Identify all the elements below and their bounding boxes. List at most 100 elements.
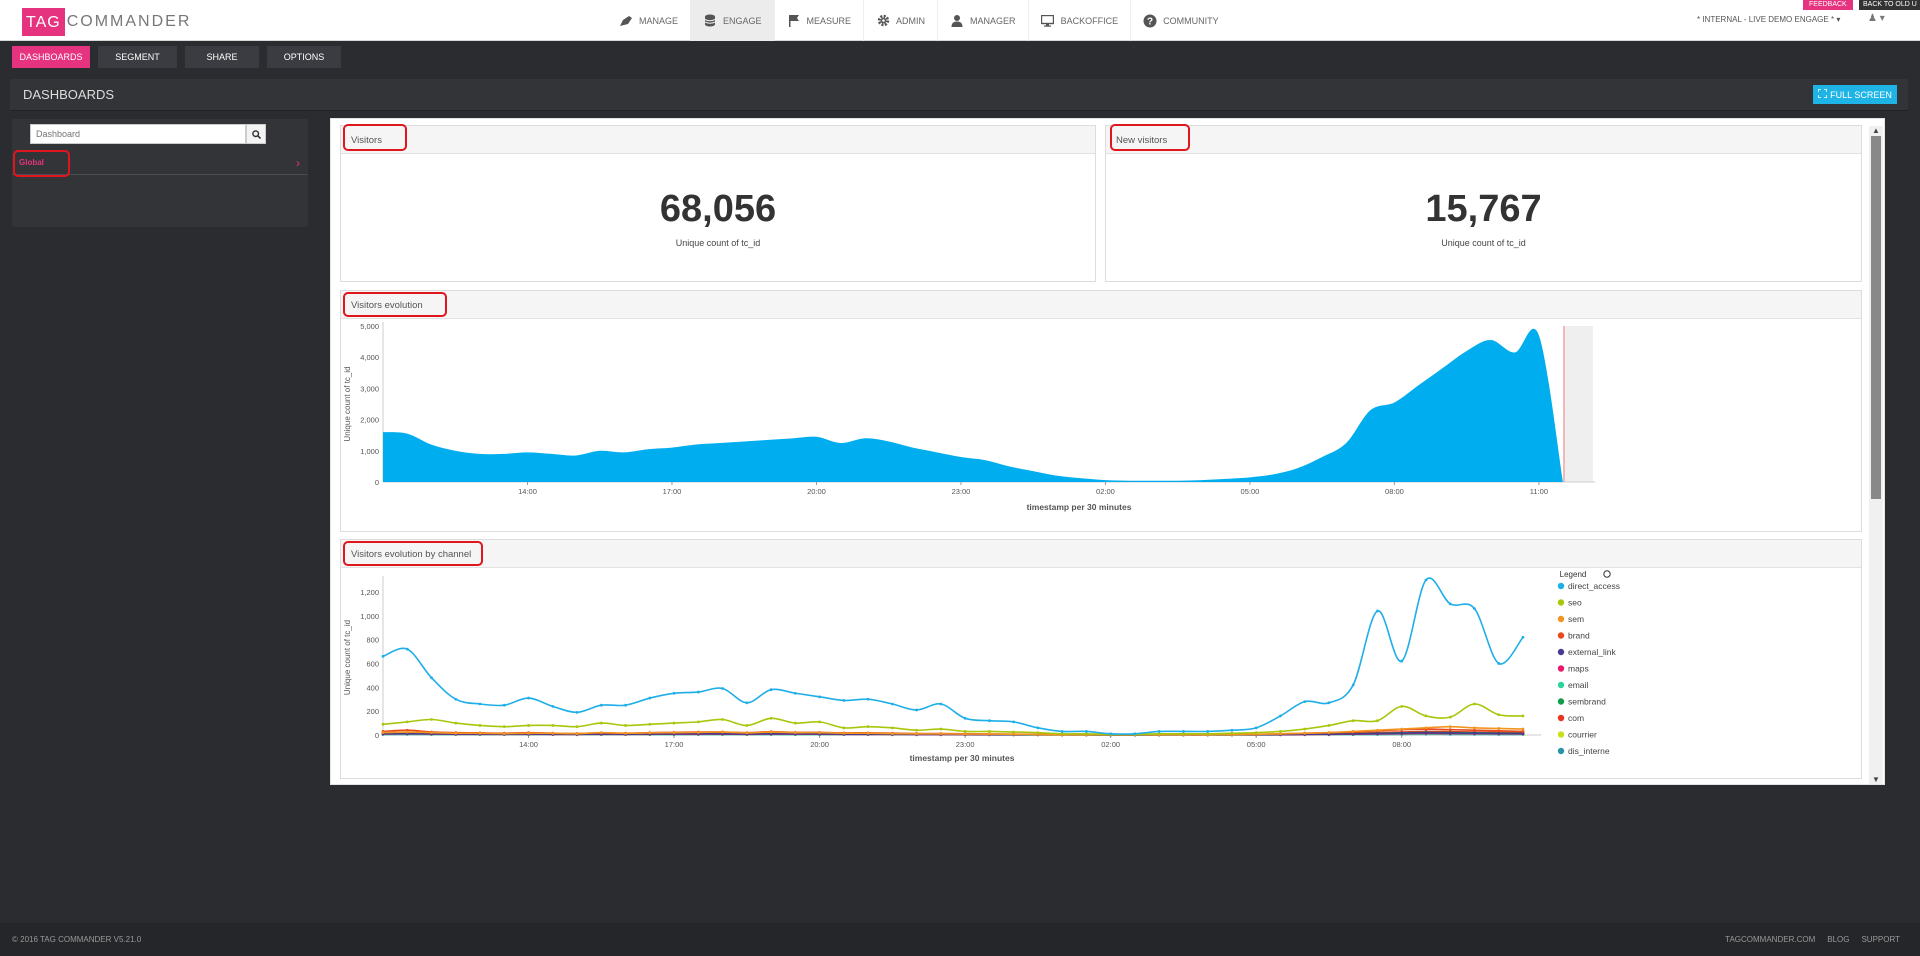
legend-item-direct_access: direct_access (1568, 581, 1620, 591)
footer-link-site[interactable]: TAGCOMMANDER.COM (1725, 935, 1815, 944)
data-point (1206, 732, 1210, 736)
data-point (1473, 728, 1476, 732)
dashboard-content: Visitors 68,056 Unique count of tc_id Ne… (330, 118, 1885, 785)
data-point (1473, 607, 1476, 611)
data-point (430, 718, 433, 721)
x-tick-label: 20:00 (807, 487, 826, 496)
widget-title: Visitors evolution by channel (351, 549, 472, 560)
footer-link-blog[interactable]: BLOG (1827, 935, 1849, 944)
data-point (381, 654, 385, 658)
sidebar-item-global[interactable]: Global › (12, 153, 308, 175)
nav-label: ENGAGE (723, 15, 762, 26)
data-point (575, 710, 579, 714)
data-point (1376, 728, 1379, 732)
y-tick-label: 4,000 (360, 353, 379, 362)
legend-item-brand: brand (1568, 631, 1590, 641)
sub-nav: DASHBOARDS SEGMENT SHARE OPTIONS (12, 46, 341, 68)
environment-selector[interactable]: * INTERNAL - LIVE DEMO ENGAGE * ▾ (1697, 15, 1840, 24)
logo-commander: COMMANDER (66, 13, 192, 30)
legend-item-dis_interne: dis_interne (1568, 746, 1610, 756)
nav-measure[interactable]: MEASURE (775, 0, 865, 41)
rocket-icon (619, 14, 633, 28)
nav-backoffice[interactable]: BACKOFFICE (1029, 0, 1132, 41)
scrollbar-thumb[interactable] (1871, 136, 1881, 499)
back-to-old-button[interactable]: BACK TO OLD U (1859, 0, 1920, 10)
x-tick-label: 11:00 (1530, 487, 1548, 496)
dashboard-search (30, 124, 266, 144)
tab-dashboards[interactable]: DASHBOARDS (12, 46, 90, 68)
nav-community[interactable]: ? COMMUNITY (1131, 0, 1231, 41)
data-point (599, 721, 603, 725)
data-point (1400, 731, 1404, 735)
search-icon (251, 129, 261, 139)
data-point (1230, 728, 1234, 732)
y-tick-label: 1,000 (360, 447, 379, 456)
search-button[interactable] (246, 124, 266, 144)
nav-label: COMMUNITY (1163, 15, 1219, 26)
content-scrollbar[interactable]: ▲ ▼ (1869, 126, 1883, 784)
data-point (696, 690, 700, 694)
logo[interactable]: TAG COMMANDER (22, 8, 191, 36)
x-tick-label: 17:00 (663, 487, 682, 496)
data-point (1376, 719, 1379, 723)
x-tick-label: 08:00 (1385, 487, 1404, 496)
tab-options[interactable]: OPTIONS (267, 46, 341, 68)
data-point (1279, 730, 1282, 733)
scroll-down-icon[interactable]: ▼ (1872, 775, 1880, 784)
nav-label: BACKOFFICE (1060, 15, 1119, 26)
scroll-up-icon[interactable]: ▲ (1872, 126, 1880, 135)
visitors-by-channel-widget: Visitors evolution by channel 0 200 400 600… (340, 539, 1862, 779)
data-point (478, 702, 482, 706)
y-tick-label: 5,000 (360, 322, 379, 331)
fullscreen-button[interactable]: FULL SCREEN (1813, 85, 1897, 104)
data-point (1182, 730, 1185, 733)
dashboard-sidebar: Global › (12, 119, 308, 227)
nav-label: MANAGE (639, 15, 679, 26)
widget-title: Visitors (351, 135, 382, 146)
data-point (696, 720, 700, 724)
y-tick-label: 0 (375, 731, 379, 740)
nav-admin[interactable]: ADMIN (864, 0, 939, 41)
data-point (1303, 731, 1307, 735)
data-point (769, 716, 773, 720)
footer-link-support[interactable]: SUPPORT (1861, 935, 1900, 944)
data-point (915, 708, 919, 712)
feedback-button[interactable]: FEEDBACK (1803, 0, 1853, 10)
data-point (551, 731, 555, 735)
data-point (478, 724, 482, 727)
legend-swatch (1557, 632, 1565, 639)
legend-swatch (1557, 714, 1565, 722)
data-point (1448, 715, 1452, 719)
nav-manage[interactable]: MANAGE (607, 0, 692, 41)
data-point (1424, 714, 1428, 718)
y-tick-label: 200 (366, 707, 379, 716)
tab-share[interactable]: SHARE (185, 46, 259, 68)
dashboard-search-input[interactable] (30, 124, 247, 144)
data-point (987, 732, 991, 736)
legend-swatch (1557, 665, 1565, 672)
data-point (648, 696, 652, 700)
nav-label: ADMIN (896, 15, 926, 26)
user-menu[interactable]: ♟ ▾ (1868, 13, 1885, 24)
legend-item-com: com (1568, 713, 1584, 723)
y-tick-label: 400 (366, 683, 379, 692)
nav-engage[interactable]: ENGAGE (691, 0, 775, 41)
data-point (527, 724, 530, 727)
data-point (1497, 662, 1501, 665)
nav-manager[interactable]: MANAGER (938, 0, 1029, 41)
data-point (672, 691, 676, 695)
legend-swatch (1557, 648, 1565, 656)
caret-down-icon: ▾ (1836, 15, 1841, 24)
data-point (963, 732, 967, 736)
x-axis-label: timestamp per 30 minutes (1027, 502, 1132, 512)
data-point (624, 703, 627, 707)
legend-swatch (1557, 731, 1565, 738)
tab-segment[interactable]: SEGMENT (98, 46, 177, 68)
data-point (1424, 731, 1428, 735)
data-point (1230, 731, 1234, 735)
data-point (721, 730, 724, 734)
data-point (1036, 731, 1040, 735)
legend-swatch (1557, 599, 1565, 606)
data-point (575, 725, 579, 729)
data-point (1012, 730, 1016, 734)
